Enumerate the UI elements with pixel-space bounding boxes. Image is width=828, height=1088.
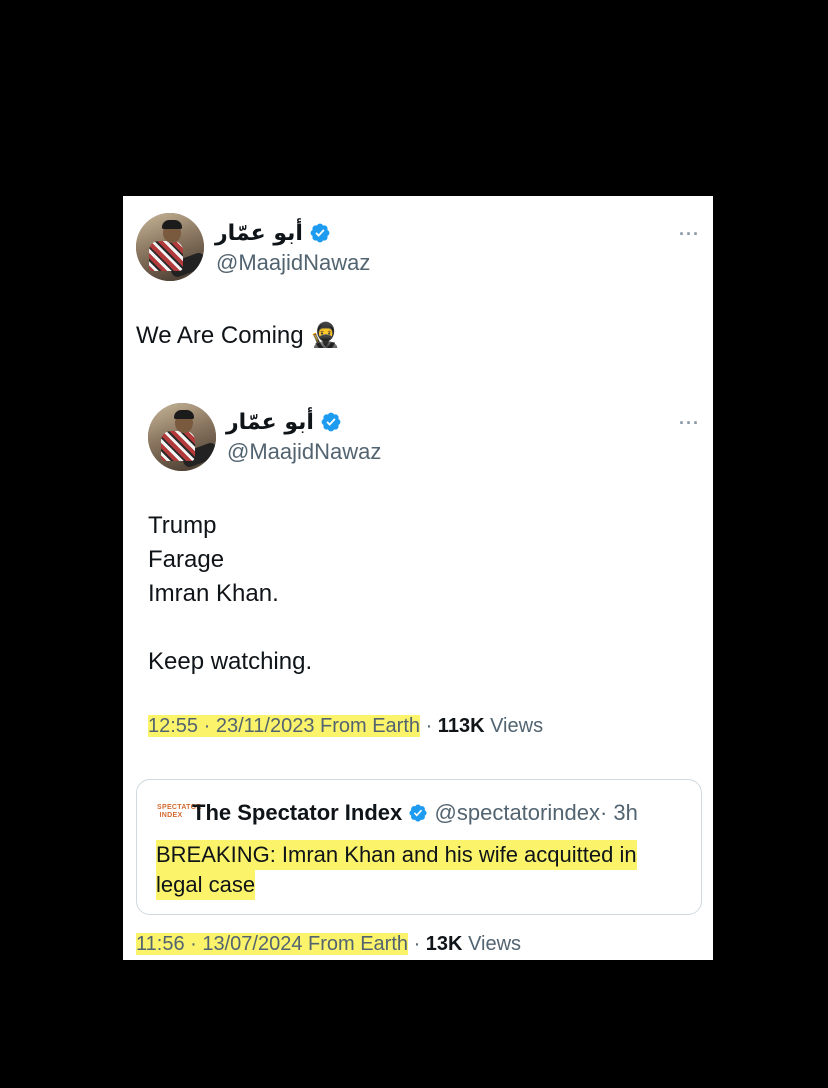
views-label: Views <box>468 933 522 955</box>
post-age: · 3h <box>599 800 638 825</box>
author-name[interactable]: أبو عمّار <box>215 221 303 246</box>
embedded-quote-text: BREAKING: Imran Khan and his wife acquit… <box>156 840 637 900</box>
more-options-icon[interactable]: ··· <box>679 224 700 245</box>
embedded-quote-header: The Spectator Index @spectatorindex· 3h <box>192 800 638 826</box>
views-count: 13K <box>425 933 463 955</box>
quoted-timestamp[interactable]: 12:55 · 23/11/2023 From Earth <box>148 715 421 737</box>
timestamp[interactable]: 11:56 · 13/07/2024 From Earth <box>136 933 409 955</box>
author-handle[interactable]: @MaajidNawaz <box>216 250 370 276</box>
quoted-tweet-text: Trump Farage Imran Khan. Keep watching. <box>148 509 312 679</box>
avatar[interactable] <box>136 213 204 281</box>
source-handle[interactable]: @spectatorindex <box>435 800 600 825</box>
embedded-quote-card[interactable]: SPECTATOR INDEX The Spectator Index @spe… <box>136 779 702 915</box>
quoted-line: Imran Khan. <box>148 580 279 607</box>
quoted-author-row: أبو عمّار <box>226 407 342 437</box>
quoted-tweet-meta: 12:55 · 23/11/2023 From Earth · 113K Vie… <box>148 715 544 737</box>
verified-badge-icon <box>321 412 341 432</box>
embedded-line: BREAKING: Imran Khan and his wife acquit… <box>156 840 637 870</box>
quoted-line: Trump <box>148 512 217 539</box>
author-row: أبو عمّار <box>215 218 331 248</box>
quoted-author-name[interactable]: أبو عمّار <box>226 410 314 435</box>
tweet-card: أبو عمّار @MaajidNawaz ··· We Are Coming… <box>123 196 713 960</box>
quoted-author-handle[interactable]: @MaajidNawaz <box>227 439 381 465</box>
quoted-views-label: Views <box>490 715 544 737</box>
tweet-text-body: We Are Coming <box>136 322 304 349</box>
spectator-index-logo: SPECTATOR INDEX <box>157 804 201 832</box>
embedded-line: legal case <box>156 870 256 900</box>
quoted-line: Farage <box>148 546 225 573</box>
tweet-meta: 11:56 · 13/07/2024 From Earth · 13K View… <box>136 933 522 955</box>
quoted-more-options-icon[interactable]: ··· <box>679 413 700 434</box>
quoted-line: Keep watching. <box>148 648 313 675</box>
tweet-text: We Are Coming 🥷 <box>136 321 340 350</box>
quoted-avatar[interactable] <box>148 403 216 471</box>
ninja-emoji: 🥷 <box>310 322 341 349</box>
verified-badge-icon <box>409 804 427 822</box>
quoted-views-count: 113K <box>437 715 485 737</box>
source-name[interactable]: The Spectator Index <box>192 800 402 825</box>
verified-badge-icon <box>310 223 330 243</box>
